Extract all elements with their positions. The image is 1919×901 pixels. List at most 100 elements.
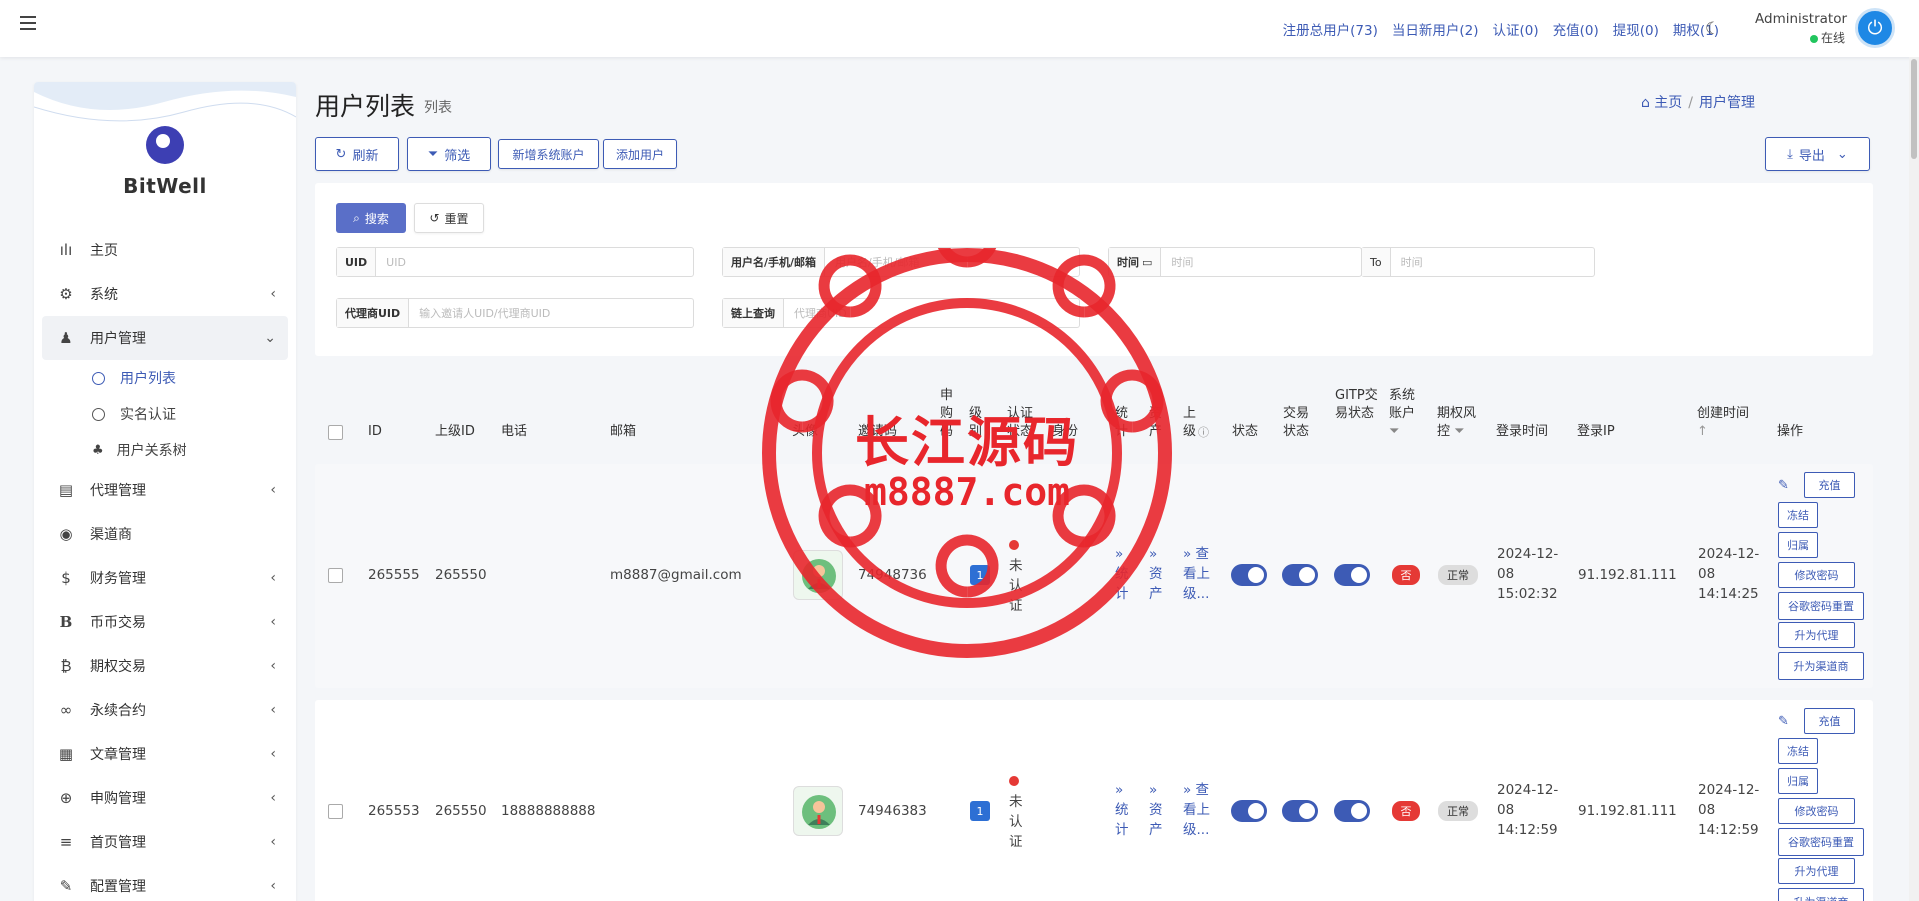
status-toggle[interactable] (1231, 564, 1267, 586)
freeze-button[interactable]: 冻结 (1778, 502, 1818, 528)
recharge-button[interactable]: 充值 (1804, 708, 1855, 734)
assign-button[interactable]: 归属 (1778, 768, 1818, 794)
assign-button[interactable]: 归属 (1778, 532, 1818, 558)
breadcrumb-current: 用户管理 (1699, 95, 1755, 111)
sidebar-item-spot[interactable]: B 币币交易 ‹ (42, 600, 288, 644)
google-reset-button[interactable]: 谷歌密码重置 (1778, 592, 1864, 620)
trade-status-toggle[interactable] (1282, 564, 1318, 586)
freeze-button[interactable]: 冻结 (1778, 738, 1818, 764)
sidebar-item-channel[interactable]: ◉ 渠道商 (42, 512, 288, 556)
chevron-left-icon: ‹ (270, 878, 276, 894)
cell-parent-id: 265550 (435, 803, 487, 819)
th-id[interactable]: ID (368, 423, 382, 441)
status-toggle[interactable] (1231, 800, 1267, 822)
th-phone[interactable]: 电话 (501, 423, 527, 441)
moon-icon[interactable]: ☾ (1705, 19, 1720, 39)
time-from-input[interactable]: 时间 (1161, 248, 1203, 276)
scrollbar-thumb[interactable] (1911, 59, 1917, 159)
power-avatar-icon[interactable]: ⏻ (1855, 8, 1895, 48)
nav-withdraw[interactable]: 提现(0) (1613, 19, 1659, 39)
row-checkbox[interactable] (328, 568, 343, 583)
filter-icon[interactable]: ⏷ (1389, 424, 1399, 439)
to-agent-button[interactable]: 升为代理 (1778, 622, 1855, 648)
edit-icon[interactable]: ✎ (1778, 714, 1789, 729)
row-checkbox[interactable] (328, 804, 343, 819)
stats-link[interactable]: » 统计 (1115, 544, 1129, 604)
refresh-button[interactable]: ↻ 刷新 (315, 137, 399, 171)
filter-button[interactable]: ⏷ 筛选 (407, 137, 491, 171)
th-subscribe: 申购码 (940, 388, 954, 439)
change-password-button[interactable]: 修改密码 (1778, 798, 1855, 824)
sidebar-item-config[interactable]: ✎ 配置管理 ‹ (42, 864, 288, 901)
agent-input[interactable]: 输入邀请人UID/代理商UID (409, 299, 560, 327)
gitp-toggle[interactable] (1334, 564, 1370, 586)
sidebar-item-perpetual[interactable]: ∞ 永续合约 ‹ (42, 688, 288, 732)
assets-link[interactable]: » 资产 (1149, 780, 1163, 840)
sidebar-item-subscription[interactable]: ⊕ 申购管理 ‹ (42, 776, 288, 820)
view-parent-link[interactable]: » 查看上级... (1183, 780, 1217, 840)
th-gitp: GITP交易状态 (1335, 388, 1378, 421)
th-login-ip[interactable]: 登录IP (1577, 423, 1615, 441)
add-system-account-button[interactable]: 新增系统账户 (498, 139, 599, 169)
calendar-icon: ▭ (1142, 255, 1153, 269)
hamburger-menu-icon[interactable] (20, 16, 36, 30)
stats-link[interactable]: » 统计 (1115, 780, 1129, 840)
google-reset-button[interactable]: 谷歌密码重置 (1778, 828, 1864, 856)
sidebar-item-users[interactable]: ♟ 用户管理 ⌄ (42, 316, 288, 360)
assets-link[interactable]: » 资产 (1149, 544, 1163, 604)
sidebar-sub-tree[interactable]: ♣ 用户关系树 (42, 432, 288, 468)
th-login-time[interactable]: 登录时间 (1496, 423, 1548, 441)
to-channel-button[interactable]: 升为渠道商 (1778, 652, 1864, 680)
page-scrollbar[interactable] (1909, 57, 1919, 901)
bitcoin-icon: ₿ (60, 657, 72, 675)
sidebar-item-finance[interactable]: $ 财务管理 ‹ (42, 556, 288, 600)
recharge-button[interactable]: 充值 (1804, 472, 1855, 498)
reset-button[interactable]: ↺ 重置 (414, 203, 484, 233)
sidebar-sub-realname[interactable]: 实名认证 (42, 396, 288, 432)
nav-total-users[interactable]: 注册总用户(73) (1283, 19, 1378, 39)
th-invite: 邀请码 (858, 424, 898, 439)
b-letter-icon: B (59, 613, 73, 631)
chevron-left-icon: ‹ (270, 286, 276, 302)
th-avatar: 头像 (792, 424, 819, 439)
th-parent-id[interactable]: 上级ID (435, 423, 475, 441)
export-button[interactable]: ⤓ 导出 ⌄ (1765, 137, 1870, 171)
sidebar-sub-user-list[interactable]: 用户列表 (42, 360, 288, 396)
to-channel-button[interactable]: 升为渠道商 (1778, 888, 1864, 901)
cell-auth: 未认证 (1009, 794, 1023, 850)
filter-icon[interactable]: ⏷ (1454, 424, 1464, 439)
nav-auth[interactable]: 认证(0) (1493, 19, 1539, 39)
to-agent-button[interactable]: 升为代理 (1778, 858, 1855, 884)
sidebar-item-homepage[interactable]: ≡ 首页管理 ‹ (42, 820, 288, 864)
search-button[interactable]: ⌕ 搜索 (336, 203, 406, 233)
nav-new-users[interactable]: 当日新用户(2) (1392, 19, 1479, 39)
add-user-button[interactable]: 添加用户 (603, 139, 677, 169)
sidebar-item-articles[interactable]: ▦ 文章管理 ‹ (42, 732, 288, 776)
breadcrumb-home[interactable]: 主页 (1654, 95, 1682, 111)
sidebar-item-agent[interactable]: ▤ 代理管理 ‹ (42, 468, 288, 512)
time-to-input[interactable]: 时间 (1391, 248, 1433, 276)
th-auth: 认证状态 (1007, 406, 1034, 439)
help-icon[interactable]: ⓘ (1198, 424, 1209, 442)
chevron-left-icon: ‹ (270, 614, 276, 630)
user-avatar-icon (793, 786, 843, 836)
sidebar-item-home[interactable]: ılı 主页 (42, 228, 288, 272)
th-parent: 上级 (1183, 406, 1197, 439)
username-input[interactable]: 用户名/手机/邮箱 (825, 248, 929, 276)
tree-icon: ♣ (92, 442, 104, 458)
view-parent-link[interactable]: » 查看上级... (1183, 544, 1217, 604)
sidebar-item-options[interactable]: ₿ 期权交易 ‹ (42, 644, 288, 688)
chain-input[interactable]: 代理商UID (784, 299, 857, 327)
th-email[interactable]: 邮箱 (610, 423, 636, 441)
uid-input[interactable]: UID (376, 248, 416, 276)
id-card-icon: ▤ (58, 481, 74, 499)
nav-recharge[interactable]: 充值(0) (1553, 19, 1599, 39)
trade-status-toggle[interactable] (1282, 800, 1318, 822)
gitp-toggle[interactable] (1334, 800, 1370, 822)
edit-icon[interactable]: ✎ (1778, 478, 1789, 493)
select-all-checkbox[interactable] (328, 425, 343, 440)
sidebar-item-system[interactable]: ⚙ 系统 ‹ (42, 272, 288, 316)
th-created[interactable]: 创建时间 ↑ (1697, 405, 1749, 441)
level-badge: 1 (970, 565, 990, 585)
change-password-button[interactable]: 修改密码 (1778, 562, 1855, 588)
